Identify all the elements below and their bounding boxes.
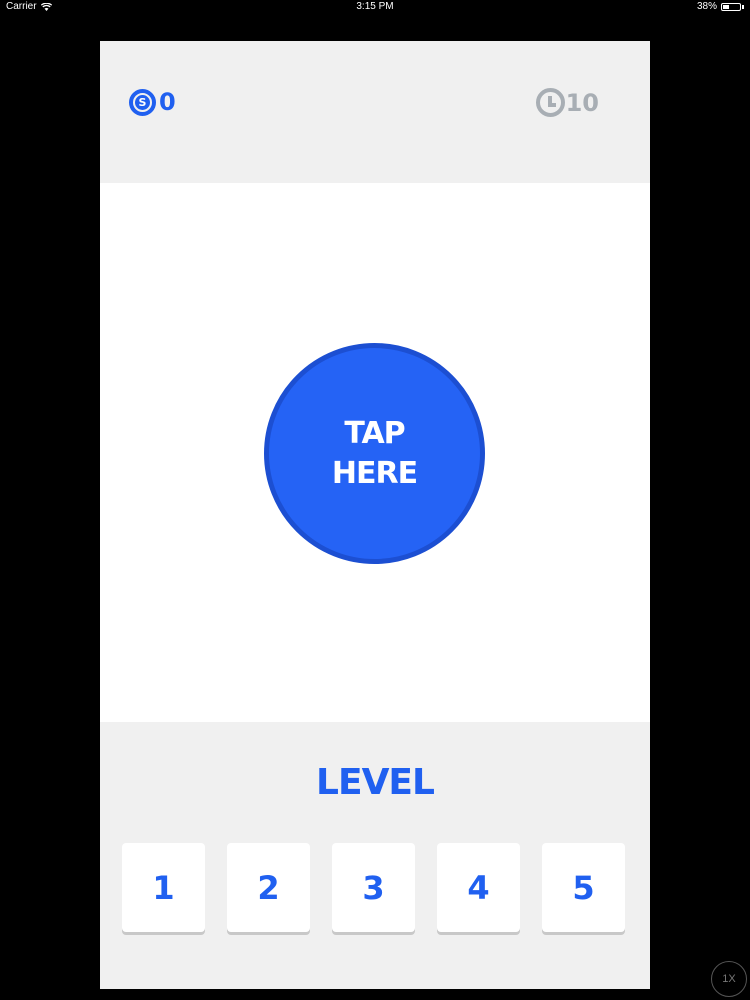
level-3-button[interactable]: 3 bbox=[332, 843, 415, 932]
battery-indicator: 38% bbox=[697, 1, 744, 12]
status-bar: Carrier 3:15 PM 38% bbox=[0, 0, 750, 14]
level-5-button[interactable]: 5 bbox=[542, 843, 625, 932]
score-display: S 0 bbox=[129, 88, 176, 116]
battery-icon bbox=[721, 2, 741, 11]
dollar-coin-icon: S bbox=[129, 88, 156, 116]
tap-here-button[interactable]: TAP HERE bbox=[264, 343, 485, 564]
battery-nub bbox=[742, 4, 744, 9]
level-title: LEVEL bbox=[316, 762, 435, 803]
level-4-button[interactable]: 4 bbox=[437, 843, 520, 932]
score-value: 0 bbox=[159, 88, 176, 116]
battery-fill bbox=[723, 4, 729, 9]
timer-display: 10 bbox=[535, 88, 599, 117]
clock-icon bbox=[535, 88, 565, 117]
status-time: 3:15 PM bbox=[356, 1, 394, 12]
timer-value: 10 bbox=[565, 88, 599, 117]
level-2-button[interactable]: 2 bbox=[227, 843, 310, 932]
top-bar: S 0 10 bbox=[100, 41, 650, 183]
tap-label-line-2: HERE bbox=[331, 455, 418, 491]
game-screen: S 0 10 TAP HERE LEVEL 1 2 3 4 5 bbox=[100, 41, 650, 989]
speed-toggle-button[interactable]: 1X bbox=[711, 961, 747, 997]
level-panel: LEVEL 1 2 3 4 5 bbox=[100, 722, 650, 989]
level-1-button[interactable]: 1 bbox=[122, 843, 205, 932]
tap-label-line-1: TAP bbox=[344, 415, 405, 451]
battery-percent: 38% bbox=[696, 1, 717, 12]
coin-glyph: S bbox=[135, 94, 150, 110]
level-buttons: 1 2 3 4 5 bbox=[122, 843, 625, 932]
